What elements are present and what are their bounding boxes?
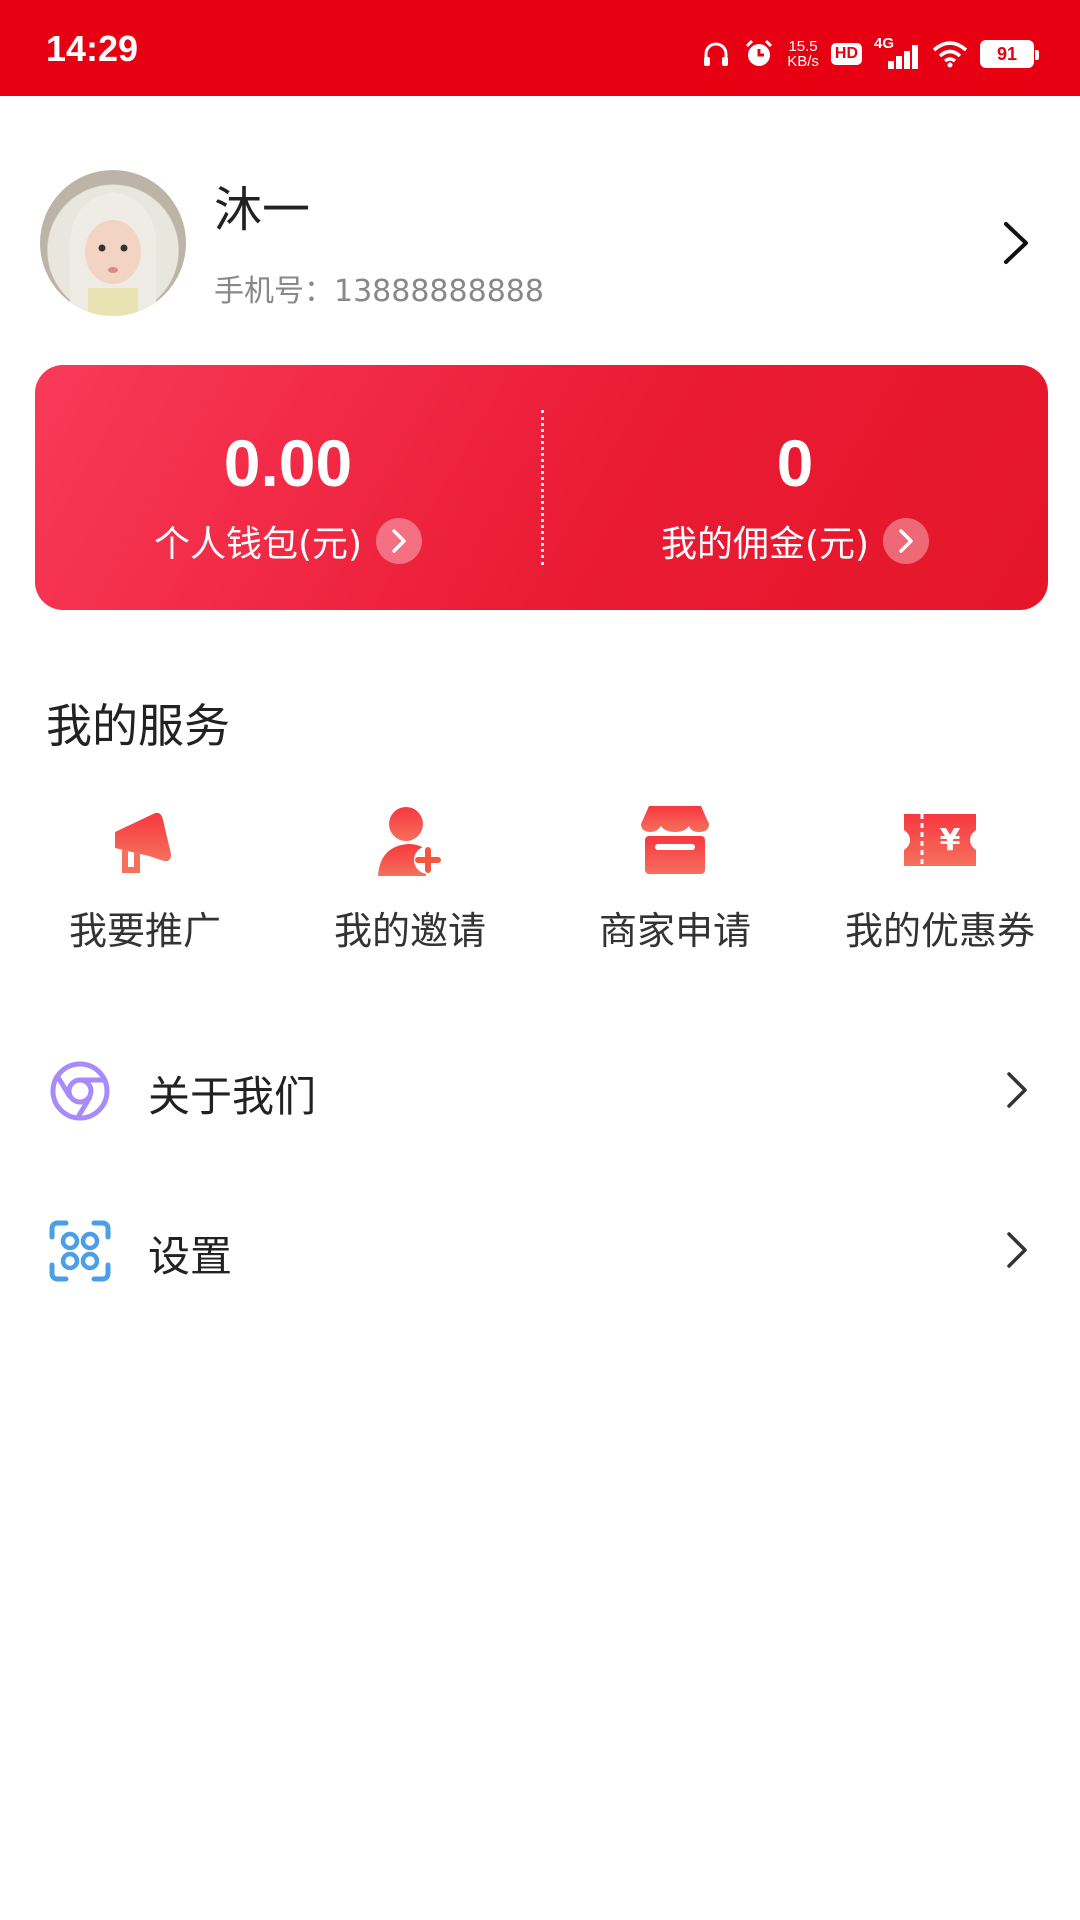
status-bar: 14:29 15.5 KB/s HD 4G 91 <box>0 0 1080 96</box>
commission-arrow-icon[interactable] <box>883 518 930 564</box>
service-label: 商家申请 <box>598 909 751 953</box>
status-time: 14:29 <box>46 28 139 69</box>
profile-header[interactable]: 沐一 手机号：13888888888 <box>0 170 1080 320</box>
net-speed-unit: KB/s <box>787 53 819 70</box>
commission-label: 我的佣金(元) <box>660 524 870 565</box>
wallet-amount: 0.00 <box>223 426 353 500</box>
store-icon <box>641 806 709 874</box>
menu-label: 设置 <box>148 1232 233 1281</box>
settings-scan-icon <box>49 1220 111 1282</box>
menu-item-about[interactable]: 关于我们 <box>0 1035 1080 1145</box>
service-label: 我的邀请 <box>333 909 486 953</box>
alarm-icon <box>746 39 773 66</box>
menu-label: 关于我们 <box>148 1072 317 1121</box>
service-label: 我的优惠券 <box>844 909 1035 953</box>
hd-badge: HD <box>830 43 862 65</box>
chevron-right-icon <box>1007 1072 1027 1108</box>
personal-wallet[interactable]: 0.00 个人钱包(元) <box>35 365 541 610</box>
signal-icon: 4G <box>874 35 920 69</box>
commission-amount: 0 <box>776 426 814 500</box>
wallet-label: 个人钱包(元) <box>153 524 363 565</box>
service-invite[interactable]: 我的邀请 <box>275 800 545 960</box>
net-speed-value: 15.5 <box>788 38 818 55</box>
chevron-right-icon <box>1007 1232 1027 1268</box>
wifi-icon <box>932 41 968 68</box>
headphones-icon <box>704 42 729 66</box>
about-circle-icon <box>50 1061 110 1121</box>
user-name: 沐一 <box>214 182 311 238</box>
avatar[interactable] <box>40 170 186 316</box>
wallet-arrow-icon[interactable] <box>376 518 423 564</box>
chevron-right-icon[interactable] <box>1002 220 1030 266</box>
status-icons: 15.5 KB/s HD 4G 91 <box>701 34 1039 74</box>
battery-level: 91 <box>996 43 1018 64</box>
add-user-icon <box>378 807 442 876</box>
service-label: 我要推广 <box>68 909 221 953</box>
service-coupons[interactable]: ¥ 我的优惠券 <box>805 800 1075 960</box>
menu-item-settings[interactable]: 设置 <box>0 1195 1080 1305</box>
megaphone-icon <box>115 812 171 873</box>
services-title: 我的服务 <box>46 699 230 753</box>
network-type: 4G <box>874 35 895 52</box>
net-speed: 15.5 KB/s <box>787 39 819 69</box>
battery-indicator: 91 <box>980 40 1039 68</box>
coupon-icon: ¥ <box>904 814 976 866</box>
my-commission[interactable]: 0 我的佣金(元) <box>542 365 1048 610</box>
wallet-card: 0.00 个人钱包(元) 0 我的佣金(元) <box>35 365 1048 610</box>
services-grid: 我要推广 我的邀请 商家申请 ¥ 我的优惠券 <box>0 800 1080 960</box>
avatar-image <box>69 192 157 316</box>
svg-text:¥: ¥ <box>940 823 961 858</box>
user-phone: 手机号：13888888888 <box>214 274 544 309</box>
service-promote[interactable]: 我要推广 <box>10 800 280 960</box>
service-merchant-apply[interactable]: 商家申请 <box>540 800 810 960</box>
